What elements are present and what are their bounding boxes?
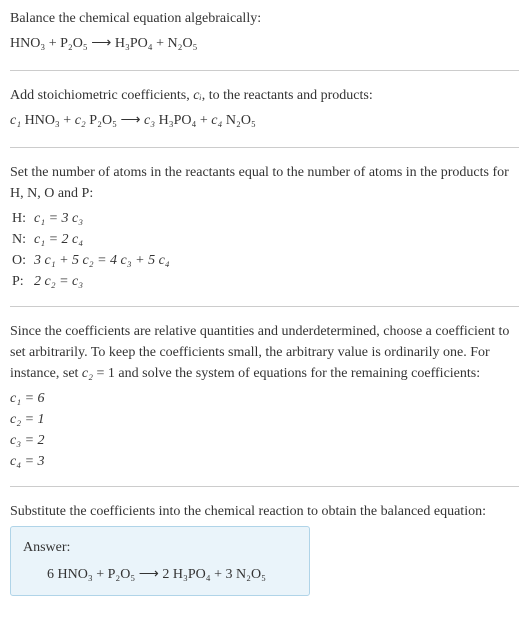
coef-c4: c₄ (211, 113, 222, 128)
stoich-title-a: Add stoichiometric coefficients, (10, 88, 193, 103)
answer-title: Substitute the coefficients into the che… (10, 501, 519, 522)
stoich-title: Add stoichiometric coefficients, cᵢ, to … (10, 85, 519, 106)
table-row: H: c₁ = 3 c₃ (12, 208, 176, 229)
stoich-var: cᵢ (193, 88, 201, 103)
coef-line: c₁ = 6 (10, 388, 519, 409)
section-atoms: Set the number of atoms in the reactants… (10, 162, 519, 307)
table-row: P: 2 c₂ = c₃ (12, 271, 176, 292)
elem-label: N: (12, 229, 34, 250)
elem-label: H: (12, 208, 34, 229)
answer-box: Answer: 6 HNO₃ + P₂O₅ ⟶ 2 H₃PO₄ + 3 N₂O₅ (10, 526, 310, 596)
elem-eq: c₁ = 2 c₄ (34, 229, 176, 250)
coef-line: c₃ = 2 (10, 430, 519, 451)
stoich-equation: c₁ HNO₃ + c₂ P₂O₅ ⟶ c₃ H₃PO₄ + c₄ N₂O₅ (10, 110, 519, 131)
elem-label: O: (12, 250, 34, 271)
table-row: O: 3 c₁ + 5 c₂ = 4 c₃ + 5 c₄ (12, 250, 176, 271)
elem-label: P: (12, 271, 34, 292)
section-balance: Balance the chemical equation algebraica… (10, 8, 519, 71)
eq-part-2: P₂O₅ ⟶ (86, 113, 144, 128)
table-row: N: c₁ = 2 c₄ (12, 229, 176, 250)
atoms-title: Set the number of atoms in the reactants… (10, 162, 519, 204)
answer-label: Answer: (23, 537, 297, 558)
elem-eq: 2 c₂ = c₃ (34, 271, 176, 292)
section-solve: Since the coefficients are relative quan… (10, 321, 519, 487)
answer-equation: 6 HNO₃ + P₂O₅ ⟶ 2 H₃PO₄ + 3 N₂O₅ (23, 564, 297, 585)
section-stoich: Add stoichiometric coefficients, cᵢ, to … (10, 85, 519, 148)
eq-part-3: H₃PO₄ + (155, 113, 211, 128)
solve-text: Since the coefficients are relative quan… (10, 321, 519, 384)
eq-part-4: N₂O₅ (222, 113, 255, 128)
eq-part-1: HNO₃ + (21, 113, 75, 128)
solve-text-b: = 1 and solve the system of equations fo… (93, 366, 480, 381)
elem-eq: c₁ = 3 c₃ (34, 208, 176, 229)
section-answer: Substitute the coefficients into the che… (10, 501, 519, 596)
coef-c3: c₃ (144, 113, 155, 128)
elem-eq: 3 c₁ + 5 c₂ = 4 c₃ + 5 c₄ (34, 250, 176, 271)
solve-var: c₂ (82, 366, 93, 381)
coef-line: c₄ = 3 (10, 451, 519, 472)
balance-title: Balance the chemical equation algebraica… (10, 8, 519, 29)
balance-equation: HNO₃ + P₂O₅ ⟶ H₃PO₄ + N₂O₅ (10, 33, 519, 54)
atoms-table: H: c₁ = 3 c₃ N: c₁ = 2 c₄ O: 3 c₁ + 5 c₂… (12, 208, 176, 292)
coef-c1: c₁ (10, 113, 21, 128)
coef-line: c₂ = 1 (10, 409, 519, 430)
stoich-title-b: , to the reactants and products: (202, 88, 373, 103)
coef-c2: c₂ (75, 113, 86, 128)
